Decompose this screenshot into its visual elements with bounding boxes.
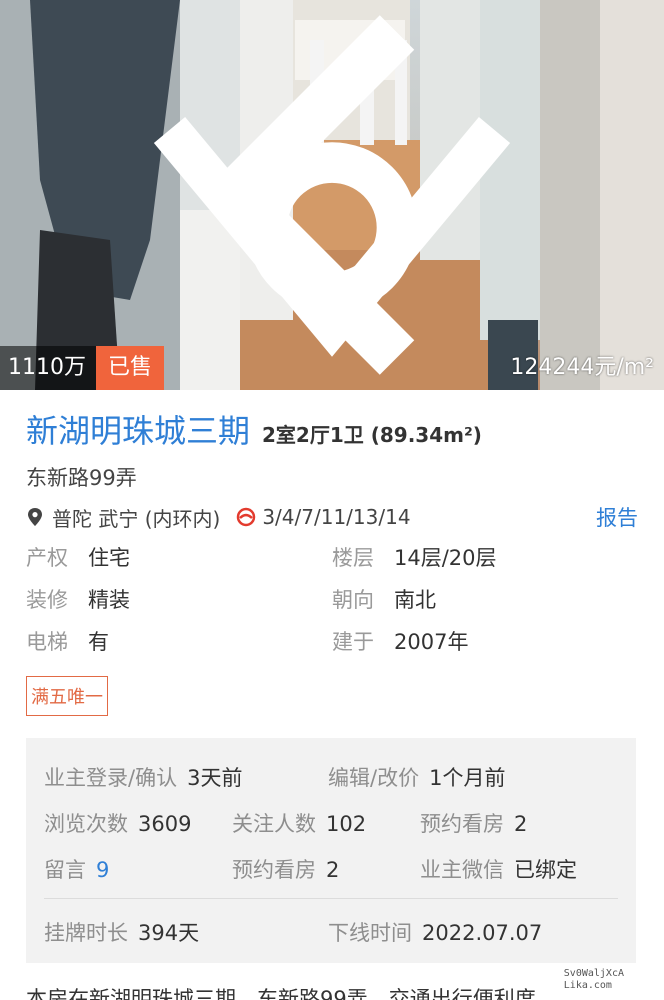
appointments2-value: 2 — [326, 858, 340, 882]
appointments-label: 预约看房 — [420, 812, 504, 836]
spec-key: 建于 — [332, 630, 374, 654]
title-row: 新湖明珠城三期 2室2厅1卫 (89.34m²) — [26, 406, 638, 452]
appointments2-label: 预约看房 — [232, 858, 316, 882]
spec-key: 装修 — [26, 588, 68, 612]
stats-row: 挂牌时长 394天 下线时间 2022.07.07 — [44, 909, 618, 955]
listing-photo[interactable]: 1110万 已售 124244元/m² — [0, 0, 664, 390]
metro-icon — [237, 507, 256, 527]
spec-value: 14层/20层 — [394, 546, 497, 570]
wechat-value: 已绑定 — [514, 858, 577, 882]
owner-login-value: 3天前 — [187, 766, 243, 790]
spec-value: 住宅 — [88, 546, 130, 570]
location-pin-icon — [28, 508, 42, 526]
address: 东新路99弄 — [26, 466, 137, 490]
watermark-line: Lika.com — [563, 980, 612, 991]
spec-key: 电梯 — [26, 630, 68, 654]
views-value: 3609 — [138, 812, 192, 836]
stats-row: 浏览次数 3609 关注人数 102 预约看房 2 — [44, 800, 618, 846]
spec-key: 朝向 — [332, 588, 374, 612]
listing-duration-label: 挂牌时长 — [44, 921, 128, 945]
watermark-line: Sv0WaljXcA — [563, 968, 624, 979]
metro-lines: 3/4/7/11/13/14 — [262, 505, 411, 529]
spec-value: 精装 — [88, 588, 130, 612]
spec-item: 建于 2007年 — [332, 626, 638, 656]
followers-value: 102 — [326, 812, 367, 836]
stats-panel: 业主登录/确认 3天前 编辑/改价 1个月前 浏览次数 3609 关注人数 102 预约… — [26, 738, 636, 963]
stats-row: 留言 9 预约看房 2 业主微信 已绑定 — [44, 846, 618, 892]
wechat-label: 业主微信 — [420, 858, 504, 882]
listing-duration-value: 394天 — [138, 921, 200, 945]
spec-item: 楼层 14层/20层 — [332, 542, 638, 572]
spec-value: 2007年 — [394, 630, 469, 654]
favorite-icon[interactable] — [0, 0, 664, 390]
status-badge: 已售 — [96, 346, 165, 390]
district: 普陀 武宁 (内环内) — [52, 506, 221, 531]
divider — [44, 898, 618, 899]
offline-value: 2022.07.07 — [422, 921, 543, 945]
views-label: 浏览次数 — [44, 812, 128, 836]
edit-label: 编辑/改价 — [328, 766, 420, 790]
spec-value: 有 — [88, 630, 109, 654]
listing-info: 新湖明珠城三期 2室2厅1卫 (89.34m²) 东新路99弄 普陀 武宁 (内… — [0, 390, 664, 1000]
spec-item: 电梯 有 — [26, 626, 332, 656]
spec-item: 装修 精装 — [26, 584, 332, 614]
offline-label: 下线时间 — [328, 921, 412, 945]
spec-item: 朝向 南北 — [332, 584, 638, 614]
stats-row: 业主登录/确认 3天前 编辑/改价 1个月前 — [44, 754, 618, 800]
watermark: Sv0WaljXcA Lika.com — [564, 968, 624, 992]
total-price: 1110万 — [0, 346, 96, 390]
appointments-value: 2 — [514, 812, 528, 836]
owner-login-label: 业主登录/确认 — [44, 766, 178, 790]
spec-key: 产权 — [26, 546, 68, 570]
spec-item: 产权 住宅 — [26, 542, 332, 572]
edit-value: 1个月前 — [429, 766, 506, 790]
messages-label: 留言 — [44, 858, 86, 882]
spec-key: 楼层 — [332, 546, 374, 570]
unit-price: 124244元/m² — [510, 355, 654, 380]
tag-badge: 满五唯一 — [26, 676, 108, 716]
description-text: 本房在新湖明珠城三期，东新路99弄，交通出行便利度 — [26, 987, 536, 1000]
messages-value[interactable]: 9 — [96, 858, 109, 882]
spec-grid: 产权 住宅 楼层 14层/20层 装修 精装 朝向 南北 电梯 有 建于 200… — [26, 542, 638, 656]
price-overlay: 1110万 已售 — [0, 346, 165, 390]
location-row: 普陀 武宁 (内环内) 3/4/7/11/13/14 报告 — [26, 502, 638, 532]
room-layout: 2室2厅1卫 (89.34m²) — [262, 423, 482, 447]
report-link[interactable]: 报告 — [596, 502, 638, 532]
listing-page: 1110万 已售 124244元/m² 新湖明珠城三期 2室2厅1卫 (89.3… — [0, 0, 664, 1000]
spec-value: 南北 — [394, 588, 436, 612]
listing-title[interactable]: 新湖明珠城三期 — [26, 406, 250, 452]
followers-label: 关注人数 — [232, 812, 316, 836]
